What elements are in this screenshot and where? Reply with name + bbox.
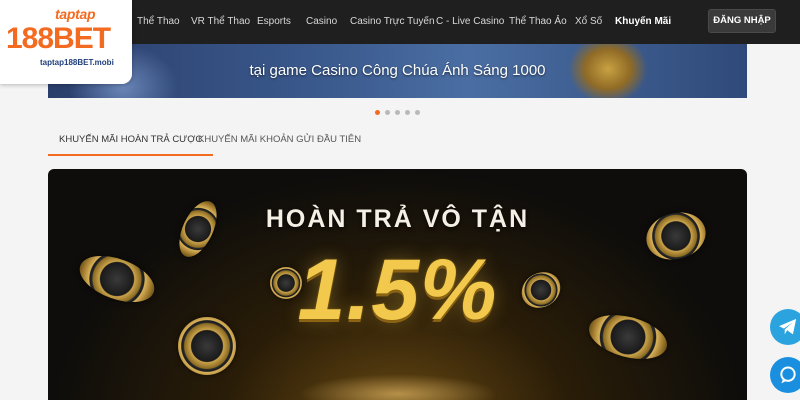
brand-logo[interactable]: taptap 188BET taptap188BET.mobi <box>0 0 132 84</box>
promo-title: HOÀN TRẢ VÔ TẬN <box>265 205 530 233</box>
nav-item-casino[interactable]: Casino <box>306 0 337 44</box>
logo-main-text: 188BET <box>6 22 111 55</box>
telegram-button[interactable] <box>770 309 800 345</box>
nav-item-esports[interactable]: Esports <box>257 0 291 44</box>
logo-domain-text: taptap188BET.mobi <box>40 58 114 67</box>
promo-banner[interactable]: HOÀN TRẢ VÔ TẬN 1.5% <box>48 169 747 400</box>
tab-khoan-gui-dau-tien[interactable]: KHUYẾN MÃI KHOẢN GỬI ĐẦU TIÊN <box>198 128 361 156</box>
nav-item-live-casino[interactable]: C - Live Casino <box>436 0 504 44</box>
promo-value: 1.5% <box>297 242 498 338</box>
carousel-dot[interactable] <box>415 110 420 115</box>
nav-item-khuyen-mai[interactable]: Khuyến Mãi <box>615 0 671 44</box>
nav-item-the-thao-ao[interactable]: Thể Thao Ảo <box>509 0 567 44</box>
tab-hoan-tra-cuoc[interactable]: KHUYẾN MÃI HOÀN TRẢ CƯỢC <box>48 128 214 156</box>
nav-item-xo-so[interactable]: Xổ Số <box>575 0 602 44</box>
nav-item-casino-truc-tuyen[interactable]: Casino Trực Tuyến <box>350 0 435 44</box>
login-button[interactable]: ĐĂNG NHẬP <box>708 9 776 33</box>
chat-button[interactable] <box>770 357 800 393</box>
carousel-dot[interactable] <box>385 110 390 115</box>
chat-icon <box>780 366 796 384</box>
hero-banner[interactable]: tại game Casino Công Chúa Ánh Sáng 1000 <box>48 44 747 98</box>
logo-taptap-text: taptap <box>55 6 96 22</box>
carousel-dot[interactable] <box>395 110 400 115</box>
nav-item-vr-the-thao[interactable]: VR Thể Thao <box>191 0 250 44</box>
promo-glow <box>298 374 498 400</box>
telegram-icon <box>779 318 797 335</box>
nav-item-the-thao[interactable]: Thể Thao <box>137 0 180 44</box>
hero-caption: tại game Casino Công Chúa Ánh Sáng 1000 <box>249 62 546 79</box>
carousel-dot[interactable] <box>405 110 410 115</box>
carousel-dot[interactable] <box>375 110 380 115</box>
